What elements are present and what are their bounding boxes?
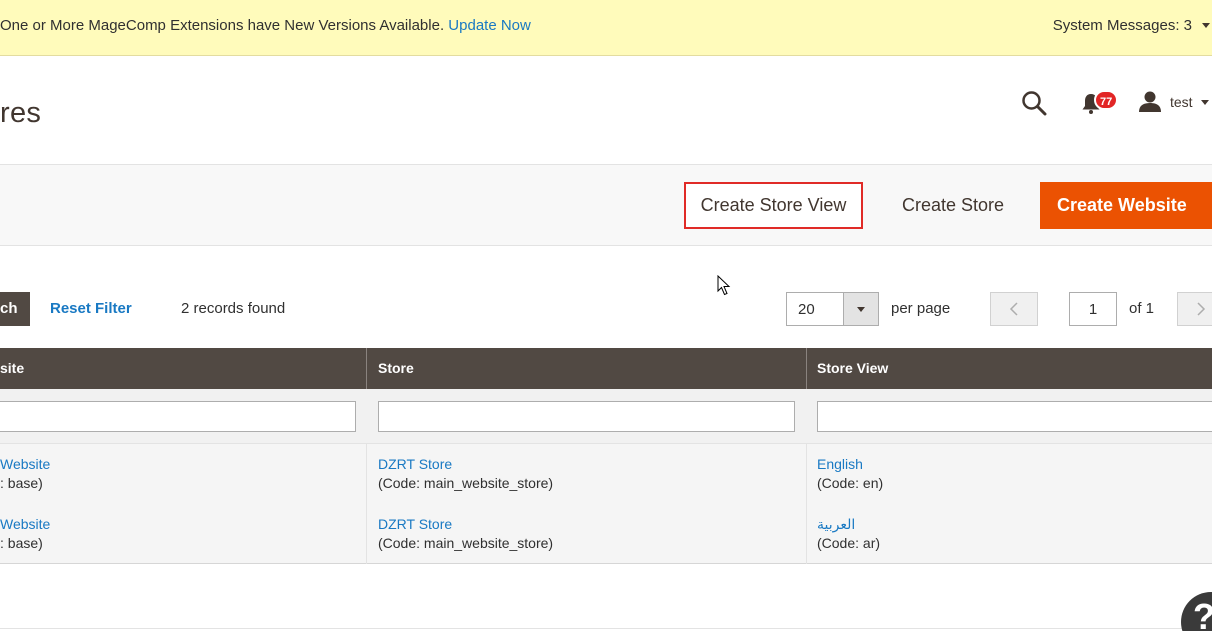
chevron-down-icon bbox=[1201, 100, 1209, 105]
per-page-label: per page bbox=[891, 300, 951, 317]
website-code: : base) bbox=[0, 535, 43, 551]
website-code: : base) bbox=[0, 475, 43, 491]
website-filter-input[interactable] bbox=[0, 401, 356, 432]
search-button-label: ch bbox=[0, 300, 18, 317]
column-separator bbox=[366, 348, 367, 389]
username-label: test bbox=[1170, 94, 1193, 110]
column-header-store-view[interactable]: Store View bbox=[817, 348, 888, 389]
previous-page-button[interactable] bbox=[990, 292, 1038, 326]
store-view-filter-input[interactable] bbox=[817, 401, 1212, 432]
user-icon bbox=[1139, 91, 1161, 112]
store-code: (Code: main_website_store) bbox=[378, 535, 554, 551]
page-title: res bbox=[0, 97, 42, 129]
website-link[interactable]: Website bbox=[0, 456, 50, 472]
search-button[interactable]: ch bbox=[0, 292, 30, 326]
chevron-down-icon[interactable] bbox=[843, 293, 878, 325]
user-account-menu[interactable]: test bbox=[1138, 90, 1212, 114]
chevron-left-icon bbox=[1009, 302, 1018, 316]
chevron-right-icon bbox=[1197, 302, 1206, 316]
grid-filter-row bbox=[0, 389, 1212, 444]
page-actions-bar bbox=[0, 165, 1212, 246]
column-separator bbox=[806, 444, 807, 564]
store-view-link[interactable]: العربية bbox=[817, 516, 855, 533]
create-store-view-button[interactable]: Create Store View bbox=[684, 182, 863, 229]
notice-message: One or More MageComp Extensions have New… bbox=[0, 17, 445, 34]
column-separator bbox=[366, 444, 367, 564]
footer-divider bbox=[0, 628, 1212, 629]
grid-header-row: site Store Store View bbox=[0, 348, 1212, 389]
grid-body: Website : base) DZRT Store (Code: main_w… bbox=[0, 444, 1212, 564]
page-number-input[interactable] bbox=[1069, 292, 1117, 326]
create-store-button[interactable]: Create Store bbox=[880, 182, 1026, 229]
mouse-cursor-icon bbox=[717, 275, 731, 296]
column-header-website[interactable]: site bbox=[0, 348, 24, 389]
extension-update-notice: One or More MageComp Extensions have New… bbox=[0, 17, 531, 34]
column-header-store[interactable]: Store bbox=[378, 348, 414, 389]
system-message-bar: One or More MageComp Extensions have New… bbox=[0, 0, 1212, 56]
column-separator bbox=[806, 348, 807, 389]
help-icon[interactable]: ? bbox=[1181, 592, 1212, 631]
create-website-button[interactable]: Create Website bbox=[1040, 182, 1212, 229]
records-found-count: 2 records found bbox=[181, 300, 286, 317]
store-filter-input[interactable] bbox=[378, 401, 795, 432]
website-link[interactable]: Website bbox=[0, 516, 50, 532]
store-link[interactable]: DZRT Store bbox=[378, 456, 452, 472]
store-view-code: (Code: ar) bbox=[817, 535, 881, 551]
search-icon[interactable] bbox=[1021, 90, 1047, 116]
store-code: (Code: main_website_store) bbox=[378, 475, 554, 491]
update-now-link[interactable]: Update Now bbox=[448, 17, 531, 34]
system-messages-toggle[interactable]: System Messages: 3 bbox=[1053, 17, 1192, 34]
notification-count-badge[interactable]: 77 bbox=[1094, 90, 1119, 110]
store-view-code: (Code: en) bbox=[817, 475, 884, 491]
chevron-down-icon[interactable] bbox=[1202, 23, 1210, 28]
next-page-button[interactable] bbox=[1177, 292, 1212, 326]
per-page-select[interactable]: 20 bbox=[786, 292, 879, 326]
store-view-link[interactable]: English bbox=[817, 456, 863, 472]
reset-filter-link[interactable]: Reset Filter bbox=[50, 300, 132, 317]
per-page-value: 20 bbox=[798, 301, 815, 318]
store-link[interactable]: DZRT Store bbox=[378, 516, 452, 532]
page-total-label: of 1 bbox=[1129, 300, 1155, 317]
